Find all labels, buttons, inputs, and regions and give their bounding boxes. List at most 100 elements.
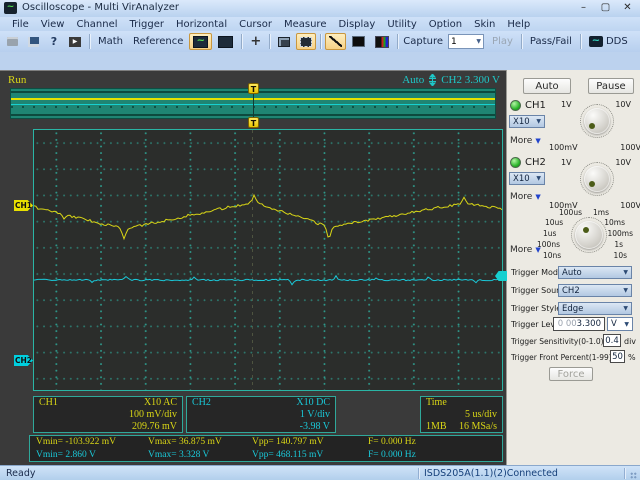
chevron-down-icon: ▼ xyxy=(624,321,629,328)
pause-button[interactable]: Pause xyxy=(588,78,634,94)
force-button[interactable]: Force xyxy=(549,367,593,381)
ch2-more-button[interactable]: More▼ xyxy=(510,192,541,202)
time-label-1us: 1us xyxy=(543,229,556,238)
ch2-info-box: CH2 X10 DC 1 V/div -3.98 V xyxy=(186,396,336,433)
menu-cursor[interactable]: Cursor xyxy=(233,19,278,30)
capture-select[interactable]: 1 ▼ xyxy=(448,34,484,49)
ch1-probe-coupling: X10 AC xyxy=(144,397,177,409)
ch1-offset: 209.76 mV xyxy=(132,421,177,433)
single-display-button[interactable] xyxy=(214,33,237,50)
ch1-volts-knob[interactable] xyxy=(584,108,610,134)
trigger-level-input[interactable]: 0 00 3.300 xyxy=(553,317,605,331)
timebase-knob[interactable] xyxy=(575,221,603,249)
menu-trigger[interactable]: Trigger xyxy=(124,19,171,30)
time-info-box: Time 5 us/div 1MB 16 MSa/s xyxy=(420,396,503,433)
open-button[interactable] xyxy=(3,33,22,50)
menu-option[interactable]: Option xyxy=(423,19,468,30)
toolbar: ? ▶ Math Reference ~ + Capture 1 ▼ Play … xyxy=(0,31,640,52)
trigger-sensitivity-unit: div xyxy=(624,337,636,346)
zoom-select-icon xyxy=(300,37,312,47)
menu-skin[interactable]: Skin xyxy=(468,19,501,30)
play-button[interactable]: Play xyxy=(488,33,517,50)
ch2-probe-select[interactable]: X10 ▼ xyxy=(509,172,545,185)
menu-channel[interactable]: Channel xyxy=(70,19,123,30)
trigger-position-marker-overview[interactable]: T xyxy=(248,83,259,94)
dds-button[interactable]: ~ DDS xyxy=(585,33,632,50)
trigger-sensitivity-input[interactable]: 0.4 xyxy=(603,334,621,347)
ch1-label: CH1 xyxy=(525,100,546,111)
time-label-1s: 1s xyxy=(614,240,623,249)
trigger-mode-select[interactable]: Auto ▼ xyxy=(558,266,632,279)
chevron-down-icon: ▼ xyxy=(623,269,628,276)
menu-measure[interactable]: Measure xyxy=(278,19,333,30)
passfail-button[interactable]: Pass/Fail xyxy=(526,33,576,50)
ch2-volts-knob-group: 1V 10V 100mV 100V xyxy=(549,154,640,212)
window-title: Oscilloscope - Multi VirAnalyzer xyxy=(22,2,179,13)
time-more-button[interactable]: More▼ xyxy=(510,245,541,255)
time-label-100ms: 100ms xyxy=(607,229,633,238)
chevron-down-icon: ▼ xyxy=(536,118,541,125)
trigger-mode-indicator: Auto xyxy=(402,74,424,86)
menu-view[interactable]: View xyxy=(35,19,71,30)
save-button[interactable] xyxy=(24,33,43,50)
ch2-vmax: Vmax= 3.328 V xyxy=(148,449,252,462)
zoom-select-button[interactable] xyxy=(296,33,316,50)
time-label-10ns: 10ns xyxy=(543,251,561,260)
wave-display-button[interactable]: ~ xyxy=(189,33,212,50)
background-color-icon xyxy=(352,36,365,47)
trigger-style-select[interactable]: Edge ▼ xyxy=(558,302,632,315)
ch2-measurements: Vmin= 2.860 V Vmax= 3.328 V Vpp= 468.115… xyxy=(36,449,496,462)
ch1-enable[interactable]: CH1 xyxy=(510,100,546,111)
snapshot-button[interactable]: ▶ xyxy=(65,33,85,50)
menu-display[interactable]: Display xyxy=(332,19,381,30)
ch1-vmax: Vmax= 36.875 mV xyxy=(148,436,252,449)
ch2-probe-value: X10 xyxy=(513,174,530,184)
ch1-scale: 100 mV/div xyxy=(129,409,177,421)
ch1-knob-pointer xyxy=(589,123,595,129)
toolbar-separator xyxy=(521,34,522,49)
ch2-freq: F= 0.000 Hz xyxy=(368,449,416,462)
auto-button[interactable]: Auto xyxy=(523,78,571,94)
minimize-button[interactable]: – xyxy=(574,1,593,15)
menu-utility[interactable]: Utility xyxy=(381,19,422,30)
waveform-traces xyxy=(34,130,502,390)
maximize-button[interactable]: ▢ xyxy=(596,1,615,15)
ch2-enable[interactable]: CH2 xyxy=(510,157,546,168)
ch1-probe-value: X10 xyxy=(513,117,530,127)
chevron-down-icon: ▼ xyxy=(623,287,628,294)
ch1-trace xyxy=(34,195,502,239)
ch2-more-label: More xyxy=(510,192,532,202)
ch1-vpp: Vpp= 140.797 mV xyxy=(252,436,368,449)
ch1-probe-select[interactable]: X10 ▼ xyxy=(509,115,545,128)
trigger-level-unit-select[interactable]: V ▼ xyxy=(607,317,633,331)
menu-horizontal[interactable]: Horizontal xyxy=(170,19,233,30)
ch1-vmin: Vmin= -103.922 mV xyxy=(36,436,148,449)
trigger-position-marker-main[interactable]: T xyxy=(248,117,259,128)
help-button[interactable]: ? xyxy=(45,33,63,50)
trigger-level-value: 3.300 xyxy=(577,319,601,329)
trigger-source-select[interactable]: CH2 ▼ xyxy=(558,284,632,297)
probe-adjust-button[interactable] xyxy=(274,33,294,50)
ch2-volts-knob[interactable] xyxy=(584,166,610,192)
menu-help[interactable]: Help xyxy=(501,19,536,30)
reference-button[interactable]: Reference xyxy=(129,33,187,50)
background-color-button[interactable] xyxy=(348,33,369,50)
ch1-led-icon xyxy=(510,100,521,111)
line-color-button[interactable] xyxy=(325,33,346,50)
pan-button[interactable]: + xyxy=(246,33,265,50)
grid-color-button[interactable] xyxy=(371,33,393,50)
menu-file[interactable]: File xyxy=(6,19,35,30)
knob-label-100v: 100V xyxy=(620,143,640,152)
close-button[interactable]: ✕ xyxy=(618,1,637,15)
ch1-more-button[interactable]: More▼ xyxy=(510,136,541,146)
ch2-vmin: Vmin= 2.860 V xyxy=(36,449,148,462)
ch2-position-marker[interactable]: CH2 xyxy=(14,355,33,366)
tab-bar: ◀ ~ Oscilloscope ~ Spectrum Analyzer ✕ L… xyxy=(0,52,640,70)
resize-grip[interactable] xyxy=(630,472,637,479)
trigger-style-label: Trigger Style xyxy=(511,304,561,313)
ch1-position-marker[interactable]: CH1 xyxy=(14,200,33,211)
trigger-front-input[interactable]: 50 xyxy=(610,350,625,363)
ch2-knob-pointer xyxy=(589,181,595,187)
ch2-scale: 1 V/div xyxy=(300,409,330,421)
math-button[interactable]: Math xyxy=(94,33,127,50)
